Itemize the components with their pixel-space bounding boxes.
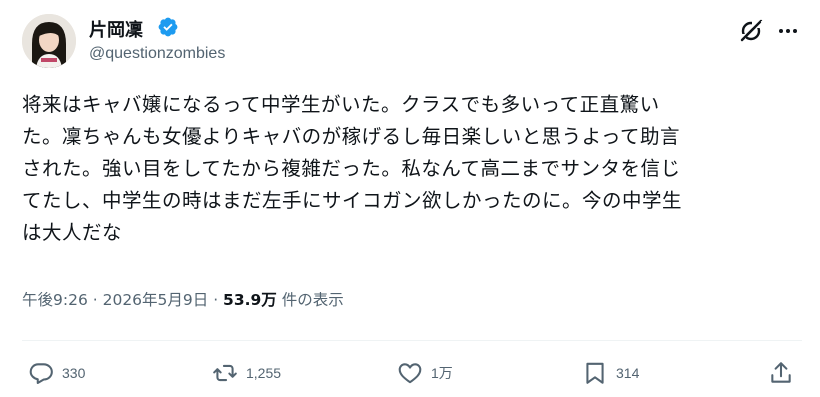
bookmark-count: 314	[616, 365, 640, 381]
like-count: 1万	[431, 365, 453, 381]
avatar[interactable]	[22, 14, 76, 68]
post-line: てたし、中学生の時はまだ左手にサイコガン欲しかったのに。今の中学生	[22, 189, 683, 212]
share-icon	[771, 362, 791, 383]
share-button[interactable]	[768, 360, 802, 386]
reply-count: 330	[62, 365, 86, 381]
meta-separator: ·	[208, 291, 224, 309]
user-handle[interactable]: @questionzombies	[89, 45, 225, 63]
like-button[interactable]: 1万	[397, 360, 453, 386]
post-date[interactable]: 2026年5月9日	[103, 291, 209, 309]
reply-icon	[29, 363, 53, 384]
meta-separator: ·	[87, 291, 103, 309]
post-meta: 午後9:26 · 2026年5月9日 · 53.9万 件の表示	[22, 288, 344, 310]
post-line: 将来はキャバ嬢になるって中学生がいた。クラスでも多いって正直驚い	[22, 93, 660, 116]
repost-count: 1,255	[246, 365, 282, 381]
bookmark-button[interactable]: 314	[582, 360, 639, 386]
heart-icon	[398, 363, 422, 384]
divider	[22, 340, 802, 341]
display-name[interactable]: 片岡凜	[89, 16, 143, 42]
more-options-icon[interactable]	[776, 20, 800, 42]
post-line: された。強い目をしてたから複雑だった。私なんて高二までサンタを信じ	[22, 157, 681, 180]
post-line: は大人だな	[22, 221, 123, 244]
views-label: 件の表示	[276, 291, 344, 309]
repost-button[interactable]: 1,255	[212, 360, 281, 386]
verified-badge-icon	[158, 17, 178, 37]
repost-icon	[213, 364, 237, 382]
views-count[interactable]: 53.9万	[223, 291, 277, 309]
post-time[interactable]: 午後9:26	[22, 291, 88, 309]
post-text: 将来はキャバ嬢になるって中学生がいた。クラスでも多いって正直驚い た。凜ちゃんも…	[22, 89, 807, 249]
grok-icon[interactable]	[738, 18, 764, 44]
post-line: た。凜ちゃんも女優よりキャバのが稼げるし毎日楽しいと思うよって助言	[22, 125, 681, 148]
reply-button[interactable]: 330	[28, 360, 85, 386]
bookmark-icon	[586, 362, 604, 384]
